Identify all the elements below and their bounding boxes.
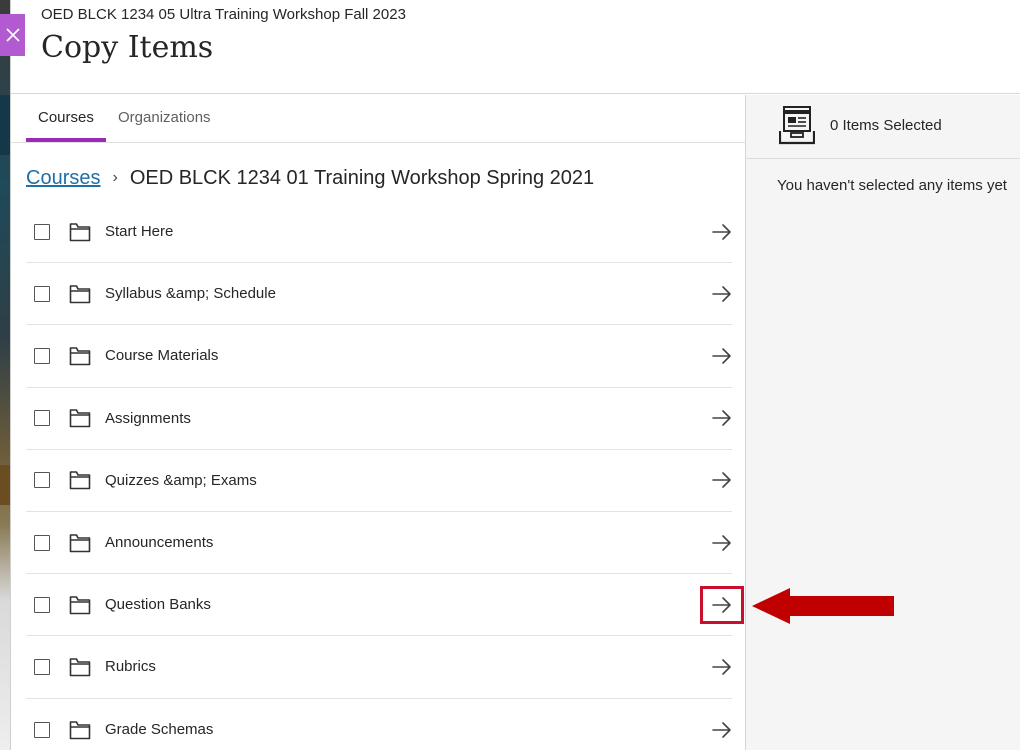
arrow-right-icon[interactable] <box>712 720 732 740</box>
tab-courses[interactable]: Courses <box>38 109 94 126</box>
item-checkbox[interactable] <box>34 472 50 489</box>
folder-icon <box>69 347 91 366</box>
items-selected-count: 0 Items Selected <box>830 117 942 134</box>
page-title: Copy Items <box>41 30 214 65</box>
folder-icon <box>69 284 91 304</box>
list-item: Quizzes &amp; Exams <box>26 450 732 512</box>
item-label: Question Banks <box>105 596 211 614</box>
item-label: Rubrics <box>105 658 156 676</box>
chevron-right-icon: › <box>112 169 118 186</box>
item-checkbox[interactable] <box>34 596 50 613</box>
item-checkbox[interactable] <box>34 285 50 302</box>
list-item: Question Banks <box>26 574 744 637</box>
item-checkbox[interactable] <box>34 223 50 240</box>
arrow-right-icon[interactable] <box>712 657 732 677</box>
arrow-right-icon[interactable] <box>712 408 732 428</box>
item-label: Course Materials <box>105 347 219 365</box>
copy-items-panel: OED BLCK 1234 05 Ultra Training Workshop… <box>10 0 1020 750</box>
tab-bar: Courses Organizations <box>11 95 745 143</box>
folder-icon <box>69 533 91 552</box>
item-label: Syllabus &amp; Schedule <box>105 285 276 303</box>
item-label: Grade Schemas <box>105 721 214 739</box>
arrow-right-icon[interactable] <box>712 346 732 366</box>
course-subtitle: OED BLCK 1234 05 Ultra Training Workshop… <box>41 6 406 23</box>
breadcrumb: Courses › OED BLCK 1234 01 Training Work… <box>26 165 594 191</box>
folder-icon <box>69 720 91 739</box>
item-label: Start Here <box>105 223 174 241</box>
close-button[interactable] <box>0 14 25 56</box>
arrow-right-icon[interactable] <box>712 533 732 553</box>
item-checkbox[interactable] <box>34 347 50 364</box>
course-browser: Courses Organizations Courses › OED BLCK… <box>11 95 745 750</box>
folder-icon <box>69 658 91 677</box>
list-item: Course Materials <box>26 325 732 388</box>
item-label: Quizzes &amp; Exams <box>105 471 257 489</box>
item-label: Announcements <box>105 534 214 552</box>
callout-arrow <box>752 588 894 624</box>
item-checkbox[interactable] <box>34 721 50 738</box>
item-checkbox[interactable] <box>34 534 50 551</box>
active-tab-indicator <box>26 138 106 142</box>
tab-organizations[interactable]: Organizations <box>118 109 211 126</box>
item-checkbox[interactable] <box>34 410 50 427</box>
list-item: Assignments <box>26 388 732 450</box>
arrow-right-icon[interactable] <box>712 470 732 490</box>
list-item: Grade Schemas <box>26 699 732 750</box>
copy-basket-icon <box>779 106 815 145</box>
selection-header: 0 Items Selected <box>746 95 1020 159</box>
arrow-right-icon[interactable] <box>712 284 732 304</box>
folder-icon <box>69 595 91 615</box>
folder-icon <box>69 409 91 428</box>
panel-header: OED BLCK 1234 05 Ultra Training Workshop… <box>11 0 1020 94</box>
list-item: Announcements <box>26 512 732 575</box>
item-checkbox[interactable] <box>34 658 50 675</box>
content-list: Start Here Syllabus &amp; Schedule Course … <box>26 201 744 750</box>
selection-panel: 0 Items Selected You haven't selected an… <box>745 95 1020 750</box>
arrow-right-icon[interactable] <box>712 222 732 242</box>
folder-icon <box>69 471 91 490</box>
breadcrumb-courses-link[interactable]: Courses <box>26 167 100 190</box>
highlight-box <box>700 585 744 624</box>
folder-icon <box>69 222 91 241</box>
empty-selection-message: You haven't selected any items yet <box>777 177 1007 194</box>
item-label: Assignments <box>105 409 191 427</box>
breadcrumb-current-course: OED BLCK 1234 01 Training Workshop Sprin… <box>129 166 595 189</box>
close-icon <box>5 28 20 42</box>
list-item: Rubrics <box>26 636 732 699</box>
list-item: Syllabus &amp; Schedule <box>26 263 732 326</box>
background-page <box>0 0 10 750</box>
list-item: Start Here <box>26 201 732 264</box>
